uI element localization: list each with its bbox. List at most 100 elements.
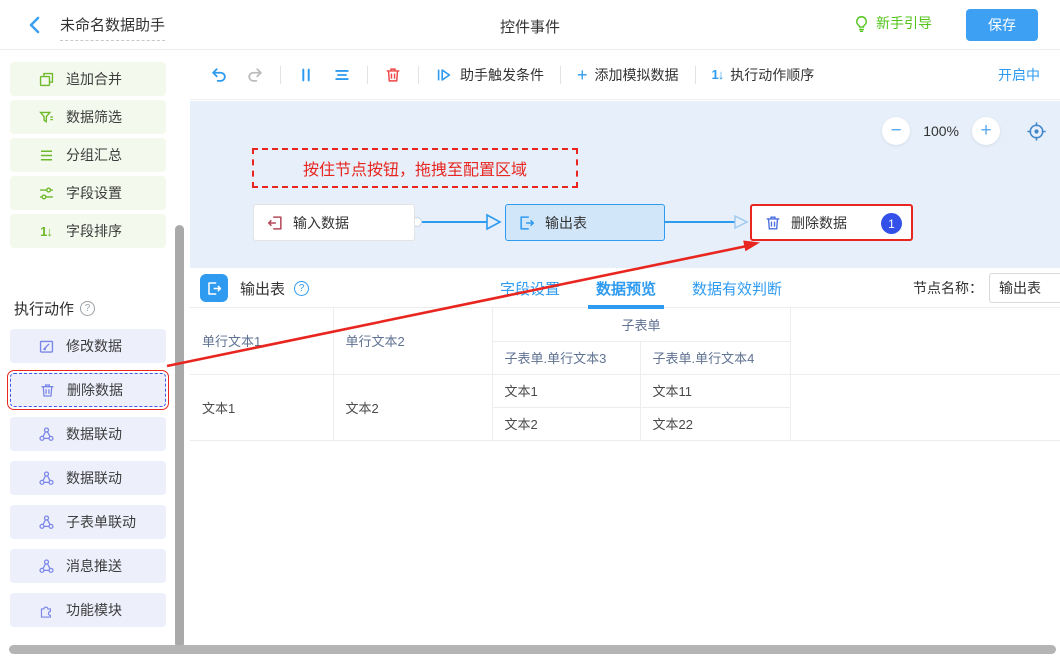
drag-hint: 按住节点按钮，拖拽至配置区域 [252,148,578,188]
top-bar: 未命名数据助手 控件事件 新手引导 保存 [0,0,1060,50]
export-icon [518,214,536,232]
linkage-icon [37,425,55,443]
sidebar-item-data-linkage[interactable]: 数据联动 [10,417,166,451]
node-delete-data[interactable]: 删除数据 1 [750,204,913,241]
sidebar-item-label: 删除数据 [67,380,123,400]
chevron-left-icon [24,14,46,36]
node-sidebar: 追加合并 数据筛选 分组汇总 字段设置 [0,50,190,656]
main-area: 助手触发条件 + 添加模拟数据 1↓ 执行动作顺序 开启中 [190,50,1060,656]
sidebar-item-modify-data[interactable]: 修改数据 [10,329,166,363]
table-cell: 文本1 [190,374,333,440]
import-icon [266,214,284,232]
sidebar-item-label: 字段排序 [66,221,122,241]
trash-icon [764,214,782,232]
toolbar-divider [418,66,419,84]
tab-data-validation[interactable]: 数据有效判断 [692,268,782,308]
trigger-condition-label: 助手触发条件 [460,65,544,85]
tab-field-settings[interactable]: 字段设置 [500,268,560,308]
zoom-out-button[interactable]: − [882,117,910,145]
save-button[interactable]: 保存 [966,9,1038,41]
sidebar-item-function-module[interactable]: 功能模块 [10,593,166,627]
status-toggle[interactable]: 开启中 [998,65,1040,85]
merge-icon [37,70,55,88]
export-icon [200,274,228,302]
node-name-label: 节点名称： [913,278,983,298]
column-header: 单行文本1 [190,308,333,374]
edit-icon [37,337,55,355]
add-mock-data-label: 添加模拟数据 [595,65,679,85]
zoom-level: 100% [923,123,959,139]
canvas-toolbar: 助手触发条件 + 添加模拟数据 1↓ 执行动作顺序 开启中 [190,50,1060,100]
undo-button[interactable] [210,66,228,84]
horizontal-scrollbar[interactable] [9,645,1056,654]
section-title: 执行动作 [14,298,74,319]
column-header: 子表单.单行文本3 [492,341,640,374]
node-config-panel: 输出表 ? 字段设置 数据预览 数据有效判断 节点名称： 单行文本1 单行文本2 [190,268,1060,656]
plus-icon: + [577,66,588,84]
sidebar-item-label: 修改数据 [66,336,122,356]
zoom-in-button[interactable]: + [972,117,1000,145]
redo-button[interactable] [246,66,264,84]
linkage-icon [37,513,55,531]
trash-icon [38,381,56,399]
action-order-button[interactable]: 1↓ 执行动作顺序 [712,65,815,85]
flow-canvas[interactable]: − 100% + 按住节点按钮，拖拽至配置区域 输入数据 [190,101,1060,268]
trigger-condition-button[interactable]: 助手触发条件 [435,65,544,85]
sidebar-item-message-push[interactable]: 消息推送 [10,549,166,583]
distribute-nodes-button[interactable] [297,66,315,84]
column-group-header: 子表单 [492,308,790,341]
sidebar-item-label: 数据筛选 [66,107,122,127]
delete-node-button[interactable] [384,66,402,84]
node-name-input[interactable] [989,273,1060,303]
sidebar-scrollbar[interactable] [175,225,184,648]
sidebar-item-group-summary[interactable]: 分组汇总 [10,138,166,172]
assistant-title[interactable]: 未命名数据助手 [60,14,165,41]
node-label: 输入数据 [293,213,349,233]
toolbar-divider [367,66,368,84]
play-condition-icon [435,66,453,84]
sidebar-item-subform-linkage[interactable]: 子表单联动 [10,505,166,539]
help-icon[interactable]: ? [80,301,95,316]
toolbar-divider [280,66,281,84]
toolbar-divider [560,66,561,84]
sidebar-item-delete-data[interactable]: 删除数据 [10,373,166,407]
table-cell: 文本2 [333,374,492,440]
zoom-controls: − 100% + [882,117,1048,145]
center-view-icon[interactable] [1025,120,1048,143]
linkage-icon [37,469,55,487]
sidebar-item-label: 子表单联动 [66,512,136,532]
panel-title-text: 输出表 [240,278,285,299]
panel-title: 输出表 ? [240,278,309,299]
node-label: 删除数据 [791,213,847,233]
panel-tabs: 字段设置 数据预览 数据有效判断 [500,268,782,308]
sidebar-item-label: 消息推送 [66,556,122,576]
group-summary-icon [37,146,55,164]
tab-data-preview[interactable]: 数据预览 [596,268,656,308]
node-output-table[interactable]: 输出表 [505,204,665,241]
sidebar-item-append-merge[interactable]: 追加合并 [10,62,166,96]
sidebar-item-field-sort[interactable]: 1↓ 字段排序 [10,214,166,248]
sidebar-item-data-linkage-2[interactable]: 数据联动 [10,461,166,495]
sidebar-item-label: 追加合并 [66,69,122,89]
table-cell-empty [790,374,1060,440]
node-input-data[interactable]: 输入数据 [253,204,415,241]
sidebar-item-label: 分组汇总 [66,145,122,165]
puzzle-icon [37,601,55,619]
help-icon[interactable]: ? [294,281,309,296]
table-cell: 文本2 [492,407,640,440]
align-nodes-button[interactable] [333,66,351,84]
beginner-guide-label: 新手引导 [876,13,932,33]
column-header: 单行文本2 [333,308,492,374]
sidebar-item-data-filter[interactable]: 数据筛选 [10,100,166,134]
add-mock-data-button[interactable]: + 添加模拟数据 [577,65,679,85]
sidebar-item-label: 字段设置 [66,183,122,203]
control-event-editor: 未命名数据助手 控件事件 新手引导 保存 追加合并 [0,0,1060,656]
sidebar-item-field-settings[interactable]: 字段设置 [10,176,166,210]
table-cell: 文本1 [492,374,640,407]
beginner-guide-link[interactable]: 新手引导 [852,13,932,33]
table-cell: 文本22 [640,407,790,440]
back-button[interactable] [24,14,46,36]
sidebar-item-label: 数据联动 [66,424,122,444]
sidebar-item-label: 数据联动 [66,468,122,488]
undo-icon [210,66,228,84]
